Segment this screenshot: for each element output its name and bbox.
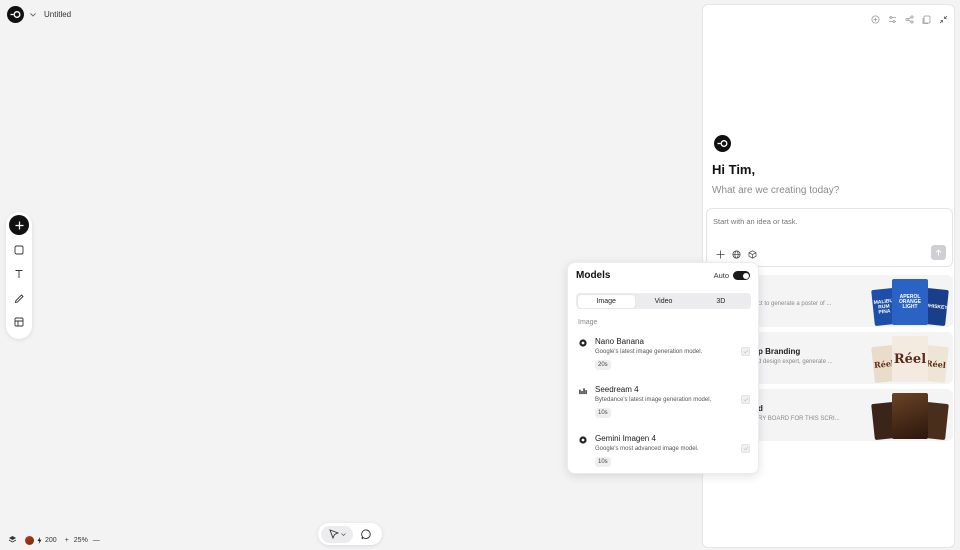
model-desc: Google's most advanced image model. [595,446,699,452]
card-desc: ct to generate a poster of ... [758,301,832,307]
check-icon [743,446,748,451]
chevron-down-icon [340,532,346,536]
card-thumbnails: Réel Réel Réel [871,336,949,384]
text-icon [15,270,23,278]
attach-plus-icon[interactable] [715,249,725,259]
model-checkbox[interactable] [741,444,750,453]
model-time-badge: 10s [595,408,611,418]
model-name: Gemini Imagen 4 [595,434,656,443]
section-label: Image [578,319,598,326]
square-icon [14,245,24,255]
model-checkbox[interactable] [741,347,750,356]
model-time-badge: 10s [595,457,611,467]
frame-tool-button[interactable] [8,239,30,261]
google-gemini-icon [579,339,587,347]
text-tool-button[interactable] [8,263,30,285]
lightning-icon [37,537,42,544]
zoom-in-button[interactable]: + [65,537,69,544]
cube-icon[interactable] [747,249,757,259]
credits-display[interactable]: 200 [25,536,57,545]
panel-header-actions [870,14,948,24]
check-icon [743,397,748,402]
top-bar: Untitled [7,6,71,23]
card-desc: RY BOARD FOR THIS SCRI... [758,416,840,422]
model-item[interactable]: Gemini Imagen 4 Google's most advanced i… [578,434,750,474]
tab-image[interactable]: Image [577,294,635,308]
card-thumbnails: MALIBU RUM PINA APEROL ORANGE LIGHT WHIS… [871,279,949,327]
settings-sliders-icon[interactable] [887,14,897,24]
layout-icon [14,317,24,327]
tab-3d[interactable]: 3D [692,295,749,308]
model-desc: Google's latest image generation model. [595,349,703,355]
auto-toggle[interactable] [733,271,750,280]
avatar [25,536,34,545]
left-toolbar [6,212,32,339]
new-chat-icon[interactable] [870,14,880,24]
card-title: p Branding [758,347,801,356]
comment-icon [360,529,371,539]
document-title[interactable]: Untitled [44,10,71,19]
files-icon[interactable] [921,14,931,24]
card-thumbnails [871,393,949,441]
model-time-badge: 20s [595,360,611,370]
google-gemini-icon [579,436,587,444]
auto-label: Auto [713,271,729,280]
zoom-out-button[interactable]: — [93,537,100,544]
bottom-bar: 200 + 25% — [8,535,100,546]
model-type-tabs: Image Video 3D [576,293,751,309]
prompt-input[interactable] [713,217,913,226]
models-title: Models [576,270,611,281]
cursor-icon [328,529,339,539]
bytedance-icon [579,387,587,395]
model-desc: Bytedance's latest image generation mode… [595,397,712,403]
send-button[interactable] [931,245,946,260]
collapse-icon[interactable] [938,14,948,24]
zoom-control: + 25% — [65,537,100,544]
comment-tool-button[interactable] [357,525,375,543]
layers-icon[interactable] [8,535,17,546]
check-icon [743,349,748,354]
pencil-tool-button[interactable] [8,287,30,309]
layout-tool-button[interactable] [8,311,30,333]
zoom-level[interactable]: 25% [74,537,88,544]
canvas-mode-toolbar [318,523,382,545]
model-checkbox[interactable] [741,395,750,404]
model-item[interactable]: Nano Banana Google's latest image genera… [578,337,750,377]
greeting-subtitle: What are we creating today? [712,185,840,196]
model-item[interactable]: Seedream 4 Bytedance's latest image gene… [578,385,750,425]
assistant-logo-icon [714,135,731,152]
chevron-down-icon[interactable] [29,11,37,19]
model-name: Seedream 4 [595,385,639,394]
greeting: Hi Tim, [712,162,756,177]
card-thumbnail: Réel [892,336,928,382]
model-name: Nano Banana [595,337,644,346]
pencil-icon [14,293,24,303]
card-thumbnail [892,393,928,439]
prompt-tools [715,249,757,259]
card-thumbnail: APEROL ORANGE LIGHT [892,279,928,325]
share-icon[interactable] [904,14,914,24]
models-popup: Models Auto Image Video 3D Image Nano Ba… [567,262,759,474]
arrow-up-icon [935,249,942,256]
card-desc: d design expert, generate ... [758,359,833,365]
add-button[interactable] [9,215,29,235]
prompt-box [706,208,953,267]
auto-toggle-group: Auto [714,271,750,280]
tab-video[interactable]: Video [635,295,692,308]
app-logo-icon[interactable] [7,6,24,23]
globe-icon[interactable] [731,249,741,259]
select-tool-button[interactable] [321,525,353,543]
credits-count: 200 [45,537,57,544]
